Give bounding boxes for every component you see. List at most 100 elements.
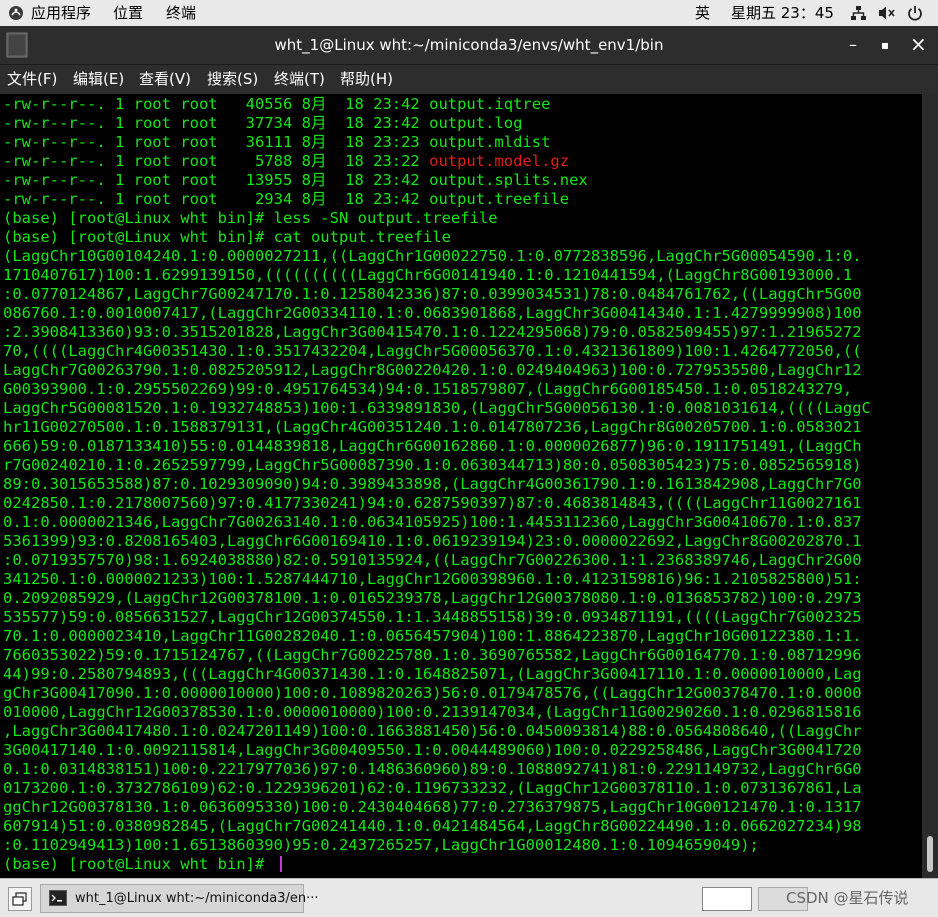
- menu-file[interactable]: 文件(F): [7, 65, 57, 93]
- terminal-line: 5361399)93:0.8208165403,LaggChr6G0016941…: [3, 532, 862, 551]
- taskbar: wht_1@Linux wht:~/miniconda3/en··· CSDN …: [0, 878, 938, 917]
- terminal-line: -rw-r--r--. 1 root root 40556 8月 18 23:4…: [3, 95, 550, 114]
- terminal-line-text: 0.1:0.0000021346,LaggChr7G00263140.1:0.0…: [3, 513, 862, 531]
- file-name: output.iqtree: [429, 95, 551, 113]
- taskbar-window-label: wht_1@Linux wht:~/miniconda3/en···: [75, 891, 319, 906]
- terminal-line-text: :0.1102949413)100:1.6513860390)95:0.2437…: [3, 836, 759, 854]
- terminal-line-text: 341250.1:0.0000021233)100:1.5287444710,L…: [3, 570, 862, 588]
- menu-search[interactable]: 搜索(S): [207, 65, 258, 93]
- file-name: output.mldist: [429, 133, 551, 151]
- terminal-line: 7660353022)59:0.1715124767,((LaggChr7G00…: [3, 646, 862, 665]
- minimize-button[interactable]: –: [846, 34, 860, 56]
- terminal-line: LaggChr5G00081520.1:0.1932748853)100:1.6…: [3, 399, 871, 418]
- terminal-line-text: 89:0.3015653588)87:0.1029309090)94:0.398…: [3, 475, 862, 493]
- terminal-line: r7G00240210.1:0.2652597799,LaggChr5G0008…: [3, 456, 862, 475]
- terminal-line-text: :2.3908413360)93:0.3515201828,LaggChr3G0…: [3, 323, 862, 341]
- terminal-line: (LaggChr10G00104240.1:0.0000027211,((Lag…: [3, 247, 862, 266]
- terminal-line: 0173200.1:0.3732786109)62:0.1229396201)6…: [3, 779, 862, 798]
- terminal-line: 0.1:0.0000021346,LaggChr7G00263140.1:0.0…: [3, 513, 862, 532]
- terminal-line-text: :0.0719357570)98:1.6924038880)82:0.59101…: [3, 551, 862, 569]
- terminal-line-text: 3G00417140.1:0.0092115814,LaggChr3G00409…: [3, 741, 862, 759]
- terminal-line-text: 607914)51:0.0380982845,(LaggChr7G0024144…: [3, 817, 862, 835]
- terminal-line-text: 666)59:0.0187133410)55:0.0144839818,Lagg…: [3, 437, 862, 455]
- terminal-line-text: 535577)59:0.0856631527,LaggChr12G0037455…: [3, 608, 862, 626]
- file-name: output.model.gz: [429, 152, 570, 170]
- terminal-line-text: 0.2092085929,(LaggChr12G00378100.1:0.016…: [3, 589, 862, 607]
- show-desktop-button[interactable]: [8, 887, 32, 911]
- terminal-line: 70,((((LaggChr4G00351430.1:0.3517432204,…: [3, 342, 862, 361]
- terminal-line: LaggChr7G00263790.1:0.0825205912,LaggChr…: [3, 361, 862, 380]
- terminal-line: 89:0.3015653588)87:0.1029309090)94:0.398…: [3, 475, 862, 494]
- terminal-line-text: 0242850.1:0.2178007560)97:0.4177330241)9…: [3, 494, 862, 512]
- terminal-line: 70.1:0.0000023410,LaggChr11G00282040.1:0…: [3, 627, 862, 646]
- terminal-line-text: (base) [root@Linux wht bin]#: [3, 855, 274, 873]
- network-icon[interactable]: [850, 5, 867, 25]
- window-title: wht_1@Linux wht:~/miniconda3/envs/wht_en…: [274, 36, 664, 54]
- menu-bar: 文件(F) 编辑(E) 查看(V) 搜索(S) 终端(T) 帮助(H): [0, 64, 938, 95]
- terminal-line: 341250.1:0.0000021233)100:1.5287444710,L…: [3, 570, 862, 589]
- terminal-line-text: LaggChr7G00263790.1:0.0825205912,LaggChr…: [3, 361, 862, 379]
- terminal-line: -rw-r--r--. 1 root root 36111 8月 18 23:2…: [3, 133, 550, 152]
- terminal-line-text: :0.0770124867,LaggChr7G00247170.1:0.1258…: [3, 285, 862, 303]
- close-button[interactable]: ×: [910, 33, 927, 55]
- window-titlebar[interactable]: wht_1@Linux wht:~/miniconda3/envs/wht_en…: [0, 26, 938, 64]
- terminal-line: gChr3G00417090.1:0.0000010000)100:0.1089…: [3, 684, 862, 703]
- terminal-line: :0.0719357570)98:1.6924038880)82:0.59101…: [3, 551, 862, 570]
- terminal-line: 666)59:0.0187133410)55:0.0144839818,Lagg…: [3, 437, 862, 456]
- terminal-line: 010000,LaggChr12G00378530.1:0.0000010000…: [3, 703, 862, 722]
- terminal-line-text: -rw-r--r--. 1 root root 5788 8月 18 23:22: [3, 152, 430, 170]
- terminal-line-text: 0173200.1:0.3732786109)62:0.1229396201)6…: [3, 779, 862, 797]
- terminal-line-text: ,LaggChr3G00417480.1:0.0247201149)100:0.…: [3, 722, 862, 740]
- terminal-line-text: ggChr12G00378130.1:0.0636095330)100:0.24…: [3, 798, 862, 816]
- terminal-line-text: -rw-r--r--. 1 root root 40556 8月 18 23:4…: [3, 95, 430, 113]
- terminal-line-text: (base) [root@Linux wht bin]# less -SN ou…: [3, 209, 498, 227]
- terminal-line-text: G00393900.1:0.2955502269)99:0.4951764534…: [3, 380, 853, 398]
- terminal-line: 607914)51:0.0380982845,(LaggChr7G0024144…: [3, 817, 862, 836]
- terminal-line: 44)99:0.2580794893,(((LaggChr4G00371430.…: [3, 665, 862, 684]
- terminal-line: ggChr12G00378130.1:0.0636095330)100:0.24…: [3, 798, 862, 817]
- terminal-line-text: 44)99:0.2580794893,(((LaggChr4G00371430.…: [3, 665, 862, 683]
- terminal-line: :0.1102949413)100:1.6513860390)95:0.2437…: [3, 836, 759, 855]
- terminal-line-text: 1710407617)100:1.6299139150,((((((((((La…: [3, 266, 853, 284]
- terminal-line-text: 7660353022)59:0.1715124767,((LaggChr7G00…: [3, 646, 862, 664]
- terminal-line-text: r7G00240210.1:0.2652597799,LaggChr5G0008…: [3, 456, 862, 474]
- watermark: CSDN @星石传说: [786, 889, 909, 907]
- workspace-1[interactable]: [702, 887, 752, 911]
- terminal-scrollbar[interactable]: [922, 94, 938, 878]
- places-menu[interactable]: 位置: [113, 0, 143, 26]
- terminal-line: G00393900.1:0.2955502269)99:0.4951764534…: [3, 380, 852, 399]
- terminal-line: :0.0770124867,LaggChr7G00247170.1:0.1258…: [3, 285, 862, 304]
- terminal-line-text: 086760.1:0.0010007417,(LaggChr2G00334110…: [3, 304, 862, 322]
- applications-icon[interactable]: [8, 5, 24, 25]
- terminal-line: 0242850.1:0.2178007560)97:0.4177330241)9…: [3, 494, 862, 513]
- terminal-line-text: 0.1:0.0314838151)100:0.2217977036)97:0.1…: [3, 760, 862, 778]
- scrollbar-thumb[interactable]: [927, 836, 933, 872]
- maximize-button[interactable]: ▪: [878, 34, 892, 56]
- terminal-line-text: -rw-r--r--. 1 root root 37734 8月 18 23:4…: [3, 114, 430, 132]
- menu-help[interactable]: 帮助(H): [340, 65, 393, 93]
- terminal-line: hr11G00270500.1:0.1588379131,(LaggChr4G0…: [3, 418, 862, 437]
- taskbar-window-button[interactable]: wht_1@Linux wht:~/miniconda3/en···: [40, 884, 319, 913]
- menu-terminal[interactable]: 终端(T): [274, 65, 325, 93]
- menu-edit[interactable]: 编辑(E): [73, 65, 124, 93]
- input-method-indicator[interactable]: 英: [695, 0, 710, 26]
- terminal-line: 1710407617)100:1.6299139150,((((((((((La…: [3, 266, 852, 285]
- terminal-output[interactable]: -rw-r--r--. 1 root root 40556 8月 18 23:4…: [0, 94, 922, 878]
- terminal-line: :2.3908413360)93:0.3515201828,LaggChr3G0…: [3, 323, 862, 342]
- terminal-line: 0.1:0.0314838151)100:0.2217977036)97:0.1…: [3, 760, 862, 779]
- menu-view[interactable]: 查看(V): [139, 65, 191, 93]
- terminal-line: (base) [root@Linux wht bin]# cat output.…: [3, 228, 451, 247]
- volume-muted-icon[interactable]: [878, 5, 896, 25]
- terminal-line: ,LaggChr3G00417480.1:0.0247201149)100:0.…: [3, 722, 862, 741]
- clock[interactable]: 星期五 23：45: [731, 0, 834, 26]
- terminal-app-menu[interactable]: 终端: [166, 0, 196, 26]
- file-name: output.splits.nex: [429, 171, 588, 189]
- power-icon[interactable]: [907, 5, 923, 25]
- terminal-line: 0.2092085929,(LaggChr12G00378100.1:0.016…: [3, 589, 862, 608]
- applications-menu[interactable]: 应用程序: [31, 0, 91, 26]
- terminal-line: (base) [root@Linux wht bin]# less -SN ou…: [3, 209, 498, 228]
- terminal-line: 535577)59:0.0856631527,LaggChr12G0037455…: [3, 608, 862, 627]
- terminal-line-text: (LaggChr10G00104240.1:0.0000027211,((Lag…: [3, 247, 862, 265]
- terminal-line: -rw-r--r--. 1 root root 2934 8月 18 23:42…: [3, 190, 569, 209]
- terminal-line-text: -rw-r--r--. 1 root root 13955 8月 18 23:4…: [3, 171, 430, 189]
